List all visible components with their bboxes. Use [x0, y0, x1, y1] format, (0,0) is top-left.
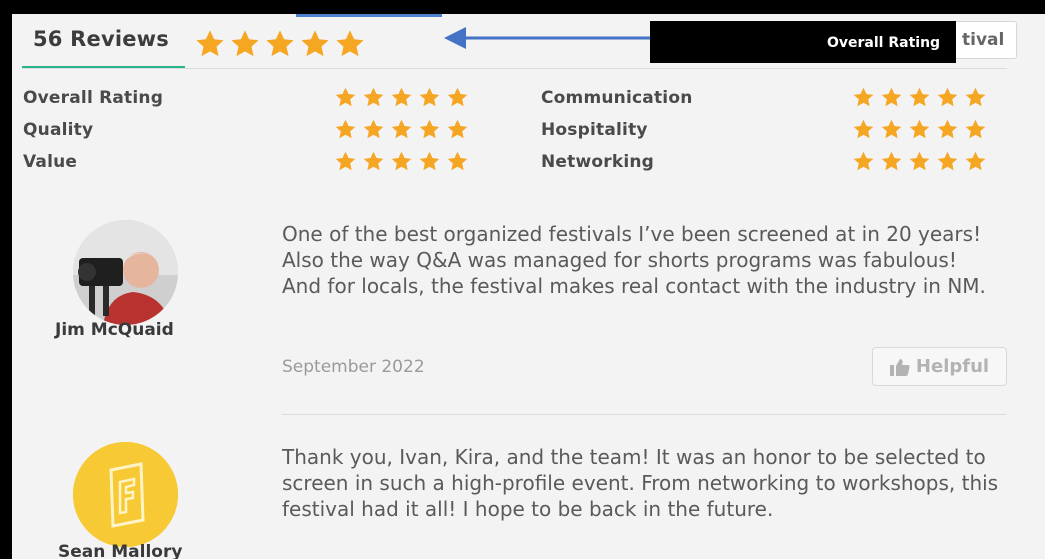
star-icon	[936, 118, 959, 141]
star-icon	[194, 28, 226, 60]
rating-stars-communication	[852, 86, 987, 109]
overall-stars	[194, 28, 366, 60]
star-icon	[936, 150, 959, 173]
rating-label-communication: Communication	[541, 88, 693, 108]
star-icon	[852, 150, 875, 173]
rating-stars-value	[334, 150, 469, 173]
review-count: 56 Reviews	[33, 27, 169, 51]
reviewer-name: Sean Mallory	[58, 542, 183, 559]
star-icon	[880, 150, 903, 173]
rating-stars-hospitality	[852, 118, 987, 141]
helpful-button[interactable]: Helpful	[872, 347, 1007, 386]
star-icon	[299, 28, 331, 60]
star-icon	[390, 86, 413, 109]
star-icon	[908, 86, 931, 109]
star-icon	[334, 86, 357, 109]
avatar	[73, 442, 178, 547]
star-icon	[362, 150, 385, 173]
star-icon	[964, 150, 987, 173]
star-icon	[880, 118, 903, 141]
rating-label-networking: Networking	[541, 152, 655, 172]
overall-rating-annotation: Overall Rating	[650, 21, 956, 63]
star-icon	[264, 28, 296, 60]
rating-label-value: Value	[23, 152, 78, 172]
review-text: One of the best organized festivals I’ve…	[282, 222, 986, 298]
star-icon	[908, 118, 931, 141]
review-text: Thank you, Ivan, Kira, and the team! It …	[282, 445, 999, 521]
star-icon	[390, 118, 413, 141]
helpful-button-label: Helpful	[915, 356, 990, 377]
star-icon	[418, 118, 441, 141]
star-icon	[334, 28, 366, 60]
star-icon	[446, 86, 469, 109]
reviewer-name: Jim McQuaid	[55, 320, 174, 340]
star-icon	[964, 86, 987, 109]
star-icon	[390, 150, 413, 173]
star-icon	[446, 150, 469, 173]
star-icon	[362, 118, 385, 141]
review-date: September 2022	[282, 357, 425, 377]
star-icon	[852, 118, 875, 141]
star-icon	[229, 28, 261, 60]
star-icon	[852, 86, 875, 109]
thumbs-up-icon	[889, 358, 910, 376]
active-tab-underline	[22, 66, 185, 68]
star-icon	[964, 118, 987, 141]
film-f-logo-icon	[73, 442, 178, 547]
rating-stars-quality	[334, 118, 469, 141]
review-divider	[282, 414, 1006, 415]
star-icon	[362, 86, 385, 109]
rating-stars-overall	[334, 86, 469, 109]
avatar	[73, 220, 178, 325]
star-icon	[334, 118, 357, 141]
festival-button-label: tival	[962, 30, 1005, 50]
star-icon	[908, 150, 931, 173]
reviews-panel: 56 Reviews tival Overall Rating Overall …	[12, 14, 1045, 559]
star-icon	[446, 118, 469, 141]
rating-label-overall: Overall Rating	[23, 88, 164, 108]
rating-stars-networking	[852, 150, 987, 173]
star-icon	[880, 86, 903, 109]
star-icon	[418, 150, 441, 173]
rating-label-hospitality: Hospitality	[541, 120, 648, 140]
star-icon	[936, 86, 959, 109]
rating-label-quality: Quality	[23, 120, 94, 140]
reviews-header: 56 Reviews tival Overall Rating	[22, 14, 1017, 69]
star-icon	[418, 86, 441, 109]
overall-rating-annotation-label: Overall Rating	[827, 35, 941, 51]
star-icon	[334, 150, 357, 173]
